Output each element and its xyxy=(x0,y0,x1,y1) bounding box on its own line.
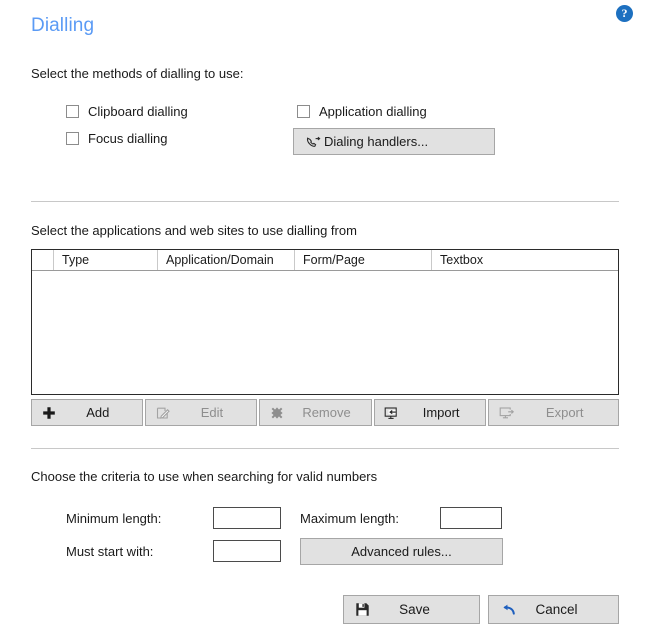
table-body-empty[interactable] xyxy=(32,271,618,393)
save-label: Save xyxy=(399,602,430,617)
advanced-rules-button[interactable]: Advanced rules... xyxy=(300,538,503,565)
back-arrow-icon xyxy=(489,603,525,617)
table-toolbar: Add Edit Remove Import Export xyxy=(31,399,619,426)
must-start-with-label: Must start with: xyxy=(66,544,154,559)
applications-section-label: Select the applications and web sites to… xyxy=(31,223,357,238)
monitor-export-icon xyxy=(489,406,519,420)
section-divider-bottom xyxy=(31,448,619,449)
cross-remove-icon xyxy=(260,406,290,420)
cancel-button[interactable]: Cancel xyxy=(488,595,619,624)
maximum-length-label: Maximum length: xyxy=(300,511,399,526)
methods-section-label: Select the methods of dialling to use: xyxy=(31,66,244,81)
checkbox-box-icon xyxy=(66,132,79,145)
table-column-header-select[interactable] xyxy=(32,250,54,270)
floppy-save-icon xyxy=(344,602,380,617)
monitor-import-icon xyxy=(375,406,405,420)
export-label: Export xyxy=(545,405,584,420)
edit-button[interactable]: Edit xyxy=(144,399,258,426)
checkbox-focus-dialling[interactable]: Focus dialling xyxy=(66,131,168,146)
table-column-header-textbox[interactable]: Textbox xyxy=(432,250,618,270)
table-header-row: Type Application/Domain Form/Page Textbo… xyxy=(32,250,618,271)
checkbox-box-icon xyxy=(66,105,79,118)
table-column-header-application-domain[interactable]: Application/Domain xyxy=(158,250,295,270)
remove-button[interactable]: Remove xyxy=(259,399,372,426)
add-label: Add xyxy=(86,405,110,420)
phone-handset-outgoing-icon xyxy=(294,135,324,149)
table-column-header-type[interactable]: Type xyxy=(54,250,158,270)
import-button[interactable]: Import xyxy=(373,399,487,426)
minimum-length-label: Minimum length: xyxy=(66,511,162,526)
dialing-handlers-button[interactable]: Dialing handlers... xyxy=(293,128,495,155)
checkbox-application-dialling[interactable]: Application dialling xyxy=(297,104,427,119)
checkbox-label: Clipboard dialling xyxy=(88,104,188,119)
export-button[interactable]: Export xyxy=(488,399,619,426)
import-label: Import xyxy=(422,405,460,420)
add-button[interactable]: Add xyxy=(31,399,143,426)
remove-label: Remove xyxy=(302,405,351,420)
criteria-section-label: Choose the criteria to use when searchin… xyxy=(31,469,378,484)
checkbox-box-icon xyxy=(297,105,310,118)
cancel-label: Cancel xyxy=(535,602,578,617)
checkbox-label: Application dialling xyxy=(319,104,427,119)
checkbox-label: Focus dialling xyxy=(88,131,168,146)
plus-icon xyxy=(32,406,62,420)
edit-label: Edit xyxy=(200,405,224,420)
must-start-with-input[interactable] xyxy=(213,540,281,562)
page-title: Dialling xyxy=(31,15,95,36)
save-button[interactable]: Save xyxy=(343,595,480,624)
advanced-rules-label: Advanced rules... xyxy=(351,544,452,559)
help-question-icon: ? xyxy=(616,5,633,22)
pencil-edit-icon xyxy=(146,406,176,420)
applications-table: Type Application/Domain Form/Page Textbo… xyxy=(31,249,619,395)
minimum-length-input[interactable] xyxy=(213,507,281,529)
section-divider-top xyxy=(31,201,619,202)
dialing-handlers-label: Dialing handlers... xyxy=(324,134,429,149)
table-column-header-form-page[interactable]: Form/Page xyxy=(295,250,432,270)
help-button[interactable]: ? xyxy=(616,5,633,22)
checkbox-clipboard-dialling[interactable]: Clipboard dialling xyxy=(66,104,188,119)
maximum-length-input[interactable] xyxy=(440,507,502,529)
